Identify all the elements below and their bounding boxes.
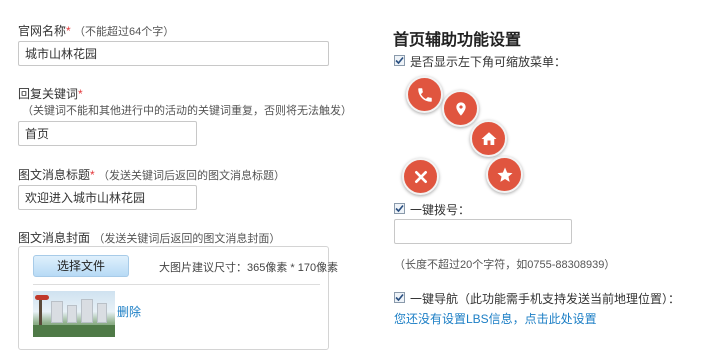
news-cover-label-row: 图文消息封面 （发送关键词后返回的图文消息封面） — [18, 229, 280, 246]
news-title-input[interactable] — [18, 185, 197, 210]
site-name-input[interactable] — [18, 41, 329, 66]
required-mark: * — [90, 168, 95, 182]
news-cover-label: 图文消息封面 — [18, 231, 91, 245]
site-name-label: 官网名称 — [18, 24, 67, 38]
cover-thumbnail — [33, 291, 115, 337]
reply-keyword-label: 回复关键词 — [18, 87, 79, 101]
one-key-dial-label: 一键拨号： — [410, 203, 471, 217]
site-name-hint: （不能超过64个字） — [74, 26, 175, 38]
image-size-hint: 大图片建议尺寸：365像素 * 170像素 — [159, 262, 339, 274]
phone-icon — [406, 76, 443, 113]
thumbnail-lawn — [33, 325, 115, 337]
home-icon — [470, 120, 507, 157]
one-key-nav-checkbox[interactable] — [394, 292, 405, 303]
check-icon — [395, 204, 404, 213]
thumbnail-building — [97, 303, 107, 323]
phone-number-input[interactable] — [394, 219, 572, 244]
delete-cover-link[interactable]: 删除 — [117, 303, 141, 320]
location-pin-icon — [442, 90, 479, 127]
news-cover-hint: （发送关键词后返回的图文消息封面） — [93, 233, 281, 245]
thumbnail-building — [67, 305, 77, 323]
cover-upload-panel: 选择文件 大图片建议尺寸：365像素 * 170像素 删除 — [18, 246, 338, 350]
thumbnail-lamp-head — [35, 295, 49, 300]
star-icon — [486, 156, 523, 193]
required-mark: * — [66, 24, 71, 38]
phone-length-hint: （长度不超过20个字符，如0755-88308939） — [394, 259, 616, 271]
news-title-label: 图文消息标题 — [18, 168, 91, 182]
reply-keyword-label-row: 回复关键词* — [18, 85, 83, 102]
show-menu-checkbox[interactable] — [394, 55, 405, 66]
close-icon — [402, 158, 439, 195]
assist-section-title: 首页辅助功能设置 — [393, 32, 522, 49]
news-title-hint: （发送关键词后返回的图文消息标题） — [98, 170, 286, 182]
thumbnail-building — [51, 301, 63, 323]
check-icon — [395, 56, 404, 65]
lbs-settings-link[interactable]: 您还没有设置LBS信息，点击此处设置 — [394, 310, 597, 327]
reply-keyword-input[interactable] — [18, 121, 197, 146]
site-name-label-row: 官网名称* （不能超过64个字） — [18, 22, 174, 39]
one-key-dial-checkbox[interactable] — [394, 203, 405, 214]
thumbnail-building — [81, 299, 93, 323]
show-menu-label: 是否显示左下角可缩放菜单： — [410, 55, 567, 69]
choose-file-button[interactable]: 选择文件 — [33, 255, 129, 277]
one-key-nav-label: 一键导航（此功能需手机支持发送当前地理位置）： — [410, 292, 681, 306]
divider — [33, 284, 320, 285]
reply-keyword-hint: （关键词不能和其他进行中的活动的关键词重复，否则将无法触发） — [22, 105, 352, 117]
news-title-label-row: 图文消息标题* （发送关键词后返回的图文消息标题） — [18, 166, 285, 183]
check-icon — [395, 293, 404, 302]
required-mark: * — [78, 87, 83, 101]
